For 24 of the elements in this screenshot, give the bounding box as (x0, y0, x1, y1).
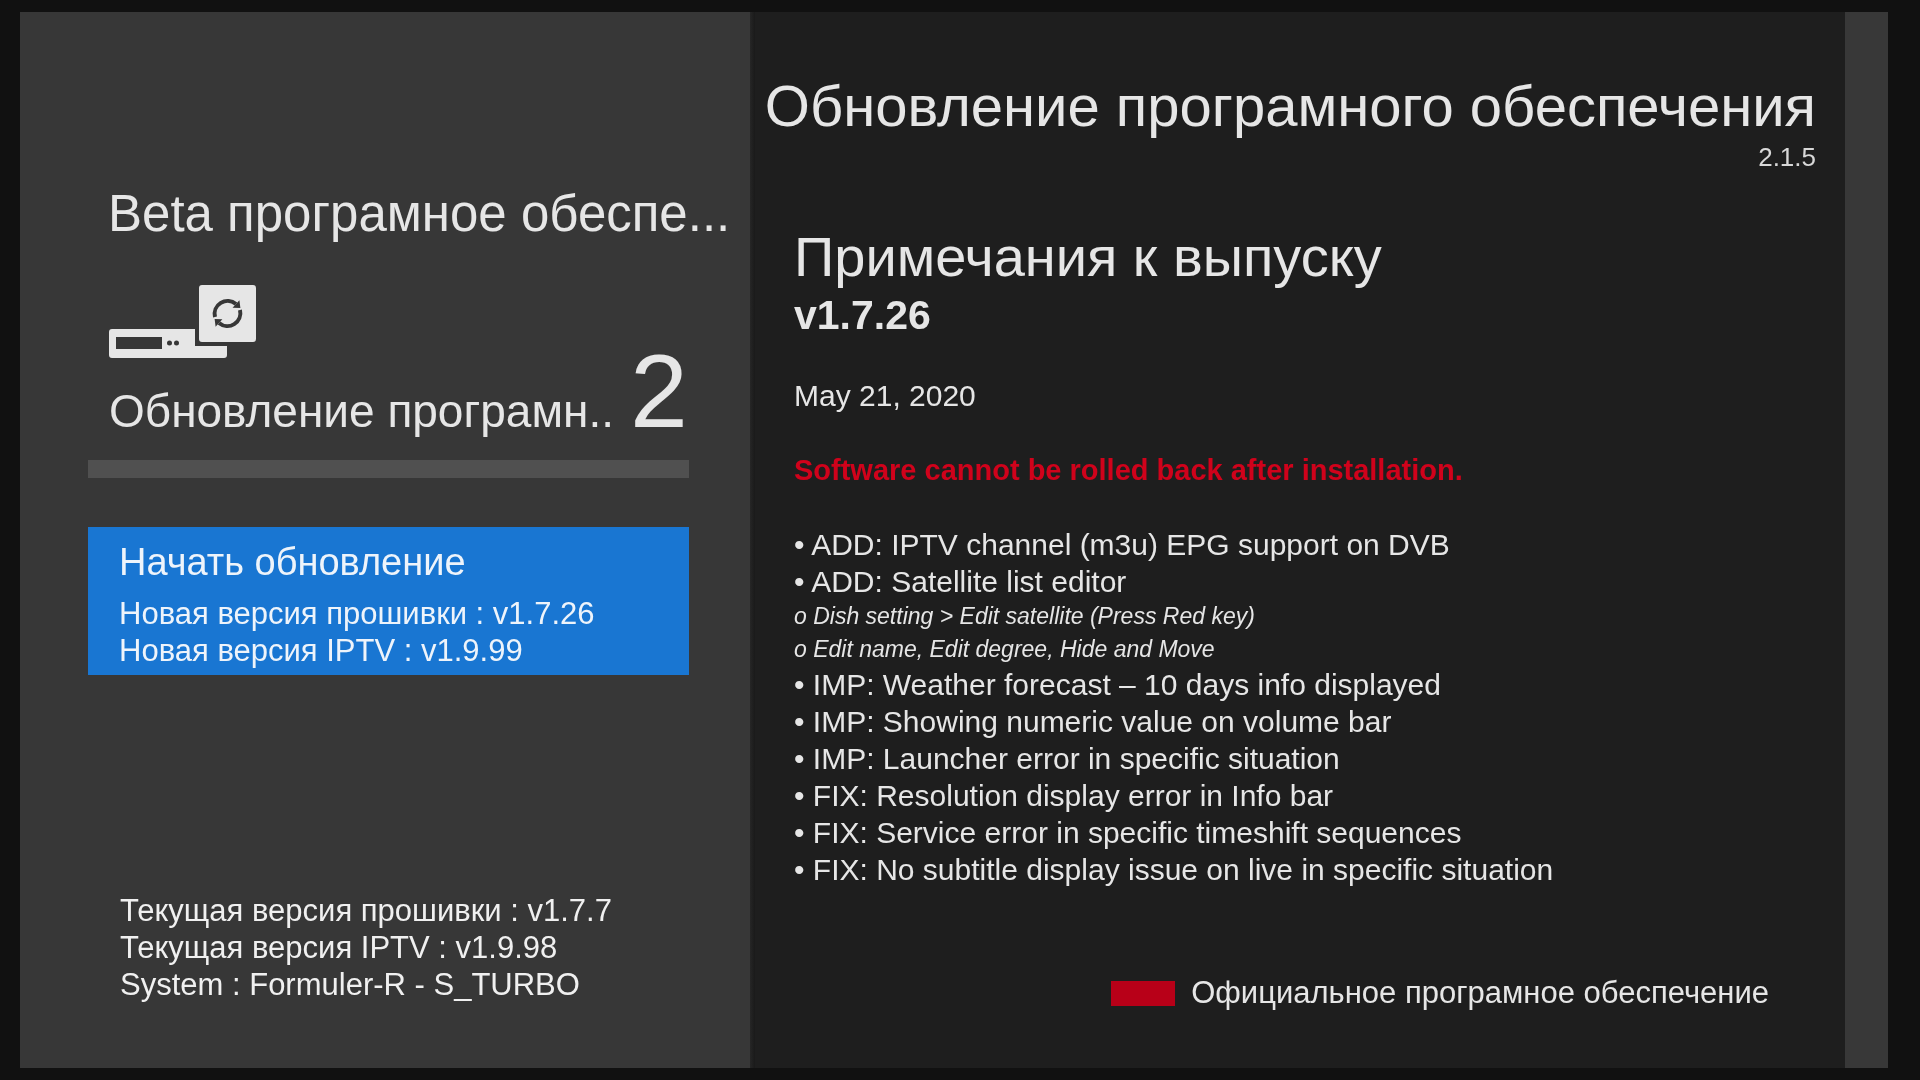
update-count: 2 (630, 351, 688, 431)
note-line: • IMP: Weather forecast – 10 days info displayed (794, 667, 1441, 703)
update-label: Обновление програмн.. (109, 386, 614, 436)
note-line: • FIX: Resolution display error in Info bar (794, 778, 1334, 814)
notes-heading: Примечания к выпуску (794, 227, 1382, 287)
notes-version: v1.7.26 (794, 292, 931, 338)
sub-note-line: o Edit name, Edit degree, Hide and Move (794, 635, 1215, 664)
note-line: • ADD: Satellite list editor (794, 564, 1127, 600)
note-line: • FIX: No subtitle display issue on live in specific situation (794, 852, 1554, 888)
note-line: • ADD: IPTV channel (m3u) EPG support on DVB (794, 527, 1450, 563)
notes-date: May 21, 2020 (794, 378, 976, 414)
info-line: Текущая версия прошивки : v1.7.7 (120, 892, 612, 929)
note-line: • IMP: Launcher error in specific situation (794, 741, 1340, 777)
panel-title: Beta програмное обеспе... (108, 186, 731, 242)
start-update-button[interactable]: Начать обновление Новая версия прошивки : v1.7.26 Новая версия IPTV : v1.9.99 (88, 527, 689, 675)
info-line: System : Formuler-R - S_TURBO (120, 966, 580, 1003)
device-sync-icon (109, 285, 256, 358)
app-version: 2.1.5 (1758, 142, 1816, 172)
sub-note-line: o Dish setting > Edit satellite (Press Red key) (794, 602, 1255, 631)
note-line: • IMP: Showing numeric value on volume bar (794, 704, 1392, 740)
info-line: Текущая версия IPTV : v1.9.98 (120, 929, 558, 966)
note-line: • FIX: Service error in specific timeshift sequences (794, 815, 1462, 851)
warning-text: Software cannot be rolled back after installation. (794, 453, 1463, 488)
legend-label: Официальное програмное обеспечение (1191, 975, 1769, 1011)
